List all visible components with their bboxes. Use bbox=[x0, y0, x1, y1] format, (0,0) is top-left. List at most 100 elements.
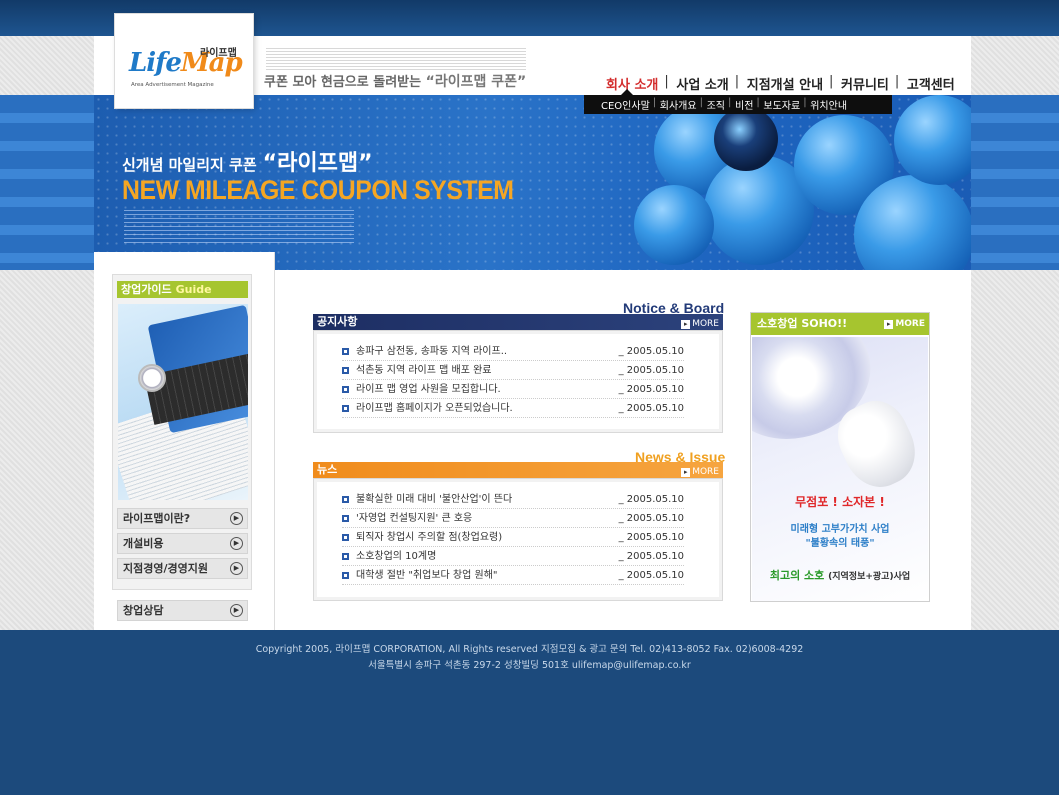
soho-line-2: 미래형 고부가가치 사업 "불황속의 태풍" bbox=[752, 523, 928, 551]
more-label: MORE bbox=[895, 319, 925, 329]
slogan: 쿠폰 모아 현금으로 돌려받는 “라이프맵 쿠폰” bbox=[264, 71, 526, 91]
subnav-organization[interactable]: 조직 bbox=[700, 97, 730, 112]
bullet-icon bbox=[342, 386, 349, 393]
main-nav: 회사 소개 사업 소개 지점개설 안내 커뮤니티 고객센터 bbox=[597, 74, 964, 93]
more-icon: ▸ bbox=[681, 468, 691, 477]
slogan-quote: “라이프맵 쿠폰” bbox=[425, 74, 527, 90]
guide-button-consult[interactable]: 창업상담 ▶ bbox=[117, 600, 248, 621]
soho-line-2b: "불황속의 태풍" bbox=[805, 538, 875, 549]
banner-headline-en: NEW MILEAGE COUPON SYSTEM bbox=[122, 175, 514, 205]
notice-row[interactable]: 라이프맵 홈페이지가 오픈되었습니다. _ 2005.05.10 bbox=[342, 400, 684, 418]
notice-list: 송파구 삼전동, 송파동 지역 라이프.. _ 2005.05.10 석촌동 지… bbox=[313, 330, 723, 433]
soho-line-3: 최고의 소호 (지역정보+광고)사업 bbox=[752, 567, 928, 583]
guide-button-label: 창업상담 bbox=[123, 604, 164, 617]
footer-address: 서울특별시 송파구 석촌동 297-2 성창빌딩 501호 ulifemap@u… bbox=[368, 660, 691, 671]
bullet-icon bbox=[342, 515, 349, 522]
sub-nav: CEO인사말 회사개요 조직 비전 보도자료 위치안내 bbox=[584, 95, 892, 114]
left-sidebar: 창업가이드Guide 라이프맵이란? ▶ 개설비용 ▶ 지점경영/경영지원 ▶ bbox=[94, 252, 275, 630]
bullet-icon bbox=[342, 405, 349, 412]
side-stripes-right bbox=[971, 95, 1059, 270]
guide-image bbox=[118, 304, 248, 500]
subnav-ceo[interactable]: CEO인사말 bbox=[596, 97, 655, 112]
news-list: 불확실한 미래 대비 '불안산업'이 뜬다 _ 2005.05.10 '자영업 … bbox=[313, 478, 723, 601]
notice-row-title: 라이프 맵 영업 사원을 모집합니다. bbox=[356, 384, 501, 395]
bullet-icon bbox=[342, 553, 349, 560]
subnav-vision[interactable]: 비전 bbox=[728, 97, 758, 112]
logo[interactable]: LifeMap 라이프맵 Area Advertisement Magazine bbox=[115, 14, 253, 108]
news-row-date: _ 2005.05.10 bbox=[618, 551, 684, 562]
notice-row[interactable]: 송파구 삼전동, 송파동 지역 라이프.. _ 2005.05.10 bbox=[342, 343, 684, 361]
news-row[interactable]: 퇴직자 창업시 주의할 점(창업요령) _ 2005.05.10 bbox=[342, 529, 684, 547]
subnav-location[interactable]: 위치안내 bbox=[803, 97, 852, 112]
guide-button-label: 개설비용 bbox=[123, 537, 164, 550]
banner-kr-brand: “라이프맵” bbox=[262, 151, 373, 176]
slogan-text: 쿠폰 모아 현금으로 돌려받는 bbox=[264, 75, 422, 90]
notice-row-date: _ 2005.05.10 bbox=[618, 403, 684, 414]
soho-header: 소호창업 SOHO!! ▸ MORE bbox=[751, 313, 929, 335]
soho-more-button[interactable]: ▸ MORE bbox=[884, 313, 925, 335]
banner-kr-pre: 신개념 마일리지 쿠폰 bbox=[122, 156, 257, 174]
notice-row-title: 라이프맵 홈페이지가 오픈되었습니다. bbox=[356, 403, 513, 414]
guide-button-management[interactable]: 지점경영/경영지원 ▶ bbox=[117, 558, 248, 579]
play-arrow-icon: ▶ bbox=[230, 512, 243, 525]
news-row-date: _ 2005.05.10 bbox=[618, 532, 684, 543]
guide-button-label: 지점경영/경영지원 bbox=[123, 562, 208, 575]
footer-copyright: Copyright 2005, 라이프맵 CORPORATION, All Ri… bbox=[255, 644, 804, 655]
news-row[interactable]: 불확실한 미래 대비 '불안산업'이 뜬다 _ 2005.05.10 bbox=[342, 491, 684, 509]
stopwatch-icon bbox=[138, 364, 166, 392]
notice-row-date: _ 2005.05.10 bbox=[618, 346, 684, 357]
news-row[interactable]: '자영업 컨설팅지원' 큰 호응 _ 2005.05.10 bbox=[342, 510, 684, 528]
logo-tagline: Area Advertisement Magazine bbox=[131, 82, 214, 88]
more-label: MORE bbox=[692, 467, 719, 477]
subnav-press[interactable]: 보도자료 bbox=[756, 97, 805, 112]
soho-line-3-small: (지역정보+광고)사업 bbox=[828, 572, 911, 582]
more-label: MORE bbox=[692, 319, 719, 329]
soho-title-en: SOHO!! bbox=[801, 317, 848, 330]
news-row-title: 퇴직자 창업시 주의할 점(창업요령) bbox=[356, 532, 503, 543]
news-header: 뉴스 ▸ MORE bbox=[313, 462, 723, 478]
soho-line-3-main: 최고의 소호 bbox=[769, 569, 825, 582]
notice-row-date: _ 2005.05.10 bbox=[618, 365, 684, 376]
news-row-date: _ 2005.05.10 bbox=[618, 570, 684, 581]
bullet-icon bbox=[342, 572, 349, 579]
banner-dark-sphere bbox=[714, 107, 778, 171]
soho-line-1: 무점포 ! 소자본 ! bbox=[795, 495, 885, 509]
nav-branch[interactable]: 지점개설 안내 bbox=[735, 74, 832, 93]
logo-kr: 라이프맵 bbox=[200, 48, 237, 59]
banner-sphere bbox=[634, 185, 714, 265]
news-row-title: 소호창업의 10계명 bbox=[356, 551, 437, 562]
guide-title: 창업가이드 Guide bbox=[117, 281, 248, 298]
notice-row[interactable]: 석촌동 지역 라이프 맵 배포 완료 _ 2005.05.10 bbox=[342, 362, 684, 380]
notice-row-date: _ 2005.05.10 bbox=[618, 384, 684, 395]
subnav-overview[interactable]: 회사개요 bbox=[653, 97, 702, 112]
notice-row-title: 송파구 삼전동, 송파동 지역 라이프.. bbox=[356, 346, 508, 357]
banner-headline-kr: 신개념 마일리지 쿠폰 “라이프맵” bbox=[122, 145, 373, 177]
news-row-title: 불확실한 미래 대비 '불안산업'이 뜬다 bbox=[356, 494, 513, 505]
bullet-icon bbox=[342, 534, 349, 541]
news-row-title: 대학생 절반 "취업보다 창업 원해" bbox=[356, 570, 498, 581]
guide-button-about[interactable]: 라이프맵이란? ▶ bbox=[117, 508, 248, 529]
slogan-fine-print bbox=[266, 48, 526, 70]
nav-community[interactable]: 커뮤니티 bbox=[829, 74, 898, 93]
guide-button-label: 라이프맵이란? bbox=[123, 512, 191, 525]
guide-title-en: Guide bbox=[175, 283, 212, 296]
banner-fine-print bbox=[124, 210, 354, 246]
nav-customer[interactable]: 고객센터 bbox=[895, 74, 964, 93]
bullet-icon bbox=[342, 496, 349, 503]
news-row[interactable]: 소호창업의 10계명 _ 2005.05.10 bbox=[342, 548, 684, 566]
page-container: 신개념 마일리지 쿠폰 “라이프맵” NEW MILEAGE COUPON SYS… bbox=[94, 14, 971, 630]
guide-title-kr: 창업가이드 bbox=[121, 283, 172, 296]
soho-line-2a: 미래형 고부가가치 사업 bbox=[790, 524, 890, 535]
more-icon: ▸ bbox=[681, 320, 691, 329]
soho-banner[interactable]: 무점포 ! 소자본 ! 미래형 고부가가치 사업 "불황속의 태풍" 최고의 소… bbox=[752, 337, 928, 601]
guide-button-cost[interactable]: 개설비용 ▶ bbox=[117, 533, 248, 554]
nav-business[interactable]: 사업 소개 bbox=[664, 74, 737, 93]
bullet-icon bbox=[342, 348, 349, 355]
soho-box: 소호창업 SOHO!! ▸ MORE 무점포 ! 소자본 ! 미래형 고부가가치 … bbox=[750, 312, 930, 602]
notice-row[interactable]: 라이프 맵 영업 사원을 모집합니다. _ 2005.05.10 bbox=[342, 381, 684, 399]
more-icon: ▸ bbox=[884, 320, 894, 329]
news-row[interactable]: 대학생 절반 "취업보다 창업 원해" _ 2005.05.10 bbox=[342, 567, 684, 585]
notice-header: 공지사항 ▸ MORE bbox=[313, 314, 723, 330]
notice-row-title: 석촌동 지역 라이프 맵 배포 완료 bbox=[356, 365, 492, 376]
footer: Copyright 2005, 라이프맵 CORPORATION, All Ri… bbox=[0, 642, 1059, 674]
